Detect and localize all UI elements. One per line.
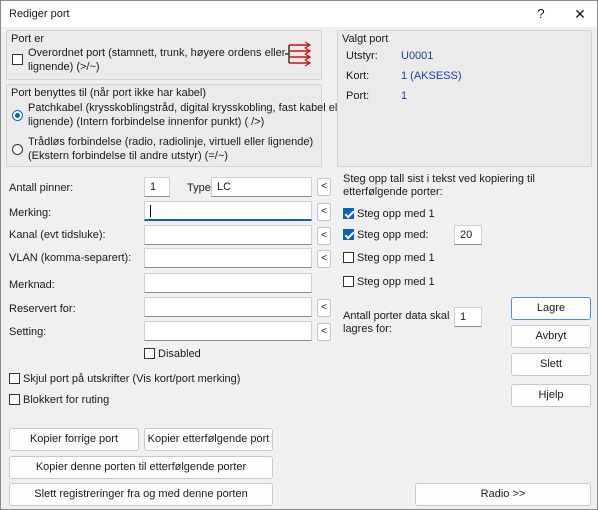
kort-label: Kort: (346, 70, 370, 82)
port-label: Port: (346, 90, 370, 102)
port-er-legend: Port er (11, 33, 45, 45)
port-er-group: Port er Overordnet port (stamnett, trunk… (6, 30, 322, 80)
tradlos-label-line2: (Ekstern forbindelse til andre utstyr) (… (28, 150, 228, 162)
merking-label: Merking: (9, 207, 52, 219)
valgt-port-legend: Valgt port (342, 33, 389, 45)
trunk-arrows-icon (285, 41, 312, 67)
valgt-port-group: Valgt port Utstyr: U0001 Kort: 1 (AKSESS… (337, 30, 592, 167)
window-title: Rediger port (9, 8, 70, 20)
steg-label-4: Steg opp med 1 (357, 276, 435, 288)
type-label: Type: (187, 182, 214, 194)
setting-label: Setting: (9, 326, 47, 338)
utstyr-label: Utstyr: (346, 50, 378, 62)
kopier-forrige-button[interactable]: Kopier forrige port (9, 428, 139, 451)
reservert-input[interactable] (144, 297, 312, 317)
kopier-etterfolgende-button[interactable]: Kopier etterfølgende port (144, 428, 273, 451)
blokkert-label: Blokkert for ruting (23, 394, 110, 406)
port-benyttes-group: Port benyttes til (når port ikke har kab… (6, 84, 350, 167)
steg-label-1: Steg opp med 1 (357, 208, 435, 220)
disabled-checkbox[interactable] (144, 348, 155, 359)
antall-pinner-label: Antall pinner: (9, 182, 74, 194)
vlan-label: VLAN (komma-separert): (9, 252, 132, 264)
lagre-button[interactable]: Lagre (511, 297, 591, 320)
antall-porter-label-line2: lagres for: (343, 323, 392, 335)
radio-button[interactable]: Radio >> (415, 483, 591, 506)
reservert-fill-button[interactable]: < (317, 299, 331, 317)
benyttes-legend: Port benyttes til (når port ikke har kab… (11, 87, 207, 99)
hjelp-button[interactable]: Hjelp (511, 384, 591, 407)
vlan-fill-button[interactable]: < (317, 250, 331, 268)
skjul-port-label: Skjul port på utskrifter (Vis kort/port … (23, 373, 241, 385)
type-input[interactable]: LC (211, 177, 312, 197)
kanal-label: Kanal (evt tidsluke): (9, 229, 106, 241)
kort-value: 1 (AKSESS) (401, 70, 462, 82)
close-icon[interactable]: ✕ (570, 5, 590, 23)
steg-checkbox-3[interactable] (343, 252, 354, 263)
steg-label-3: Steg opp med 1 (357, 252, 435, 264)
setting-input[interactable] (144, 321, 312, 341)
overordnet-label-line2: lignende) (>/~) (28, 61, 100, 73)
steg-value-input[interactable]: 20 (454, 225, 482, 245)
merknad-input[interactable] (144, 273, 312, 293)
steg-label-2: Steg opp med: (357, 229, 429, 241)
merknad-label: Merknad: (9, 279, 55, 291)
port-value: 1 (401, 90, 408, 102)
steg-header-line2: etterfølgende porter: (343, 186, 443, 198)
tradlos-label-line1: Trådløs forbindelse (radio, radiolinje, … (28, 136, 314, 148)
steg-checkbox-1[interactable] (343, 208, 354, 219)
steg-checkbox-2[interactable] (343, 229, 354, 240)
slett-button[interactable]: Slett (511, 353, 591, 376)
kanal-fill-button[interactable]: < (317, 227, 331, 245)
slett-registreringer-button[interactable]: Slett registreringer fra og med denne po… (9, 483, 273, 506)
kanal-input[interactable] (144, 225, 312, 245)
kopier-til-etterfolgende-button[interactable]: Kopier denne porten til etterfølgende po… (9, 456, 273, 479)
help-icon[interactable]: ? (531, 5, 551, 23)
avbryt-button[interactable]: Avbryt (511, 325, 591, 348)
merking-input[interactable] (144, 201, 312, 221)
setting-fill-button[interactable]: < (317, 323, 331, 341)
overordnet-checkbox[interactable] (12, 54, 23, 65)
patchkabel-label-line1: Patchkabel (krysskoblingstråd, digital k… (28, 102, 350, 114)
antall-pinner-input[interactable]: 1 (144, 177, 170, 197)
merking-fill-button[interactable]: < (317, 203, 331, 221)
tradlos-radio[interactable] (12, 144, 23, 155)
overordnet-label-line1: Overordnet port (stamnett, trunk, høyere… (28, 47, 286, 59)
skjul-port-checkbox[interactable] (9, 373, 20, 384)
rediger-port-dialog: Rediger port ? ✕ Port er Overordnet port… (0, 0, 598, 510)
disabled-label: Disabled (158, 348, 201, 360)
text-caret (150, 205, 151, 218)
antall-porter-input[interactable]: 1 (454, 307, 482, 327)
antall-porter-label-line1: Antall porter data skal (343, 310, 450, 322)
patchkabel-radio[interactable] (12, 110, 23, 121)
title-bar: Rediger port ? ✕ (1, 1, 597, 27)
reservert-label: Reservert for: (9, 303, 76, 315)
steg-header-line1: Steg opp tall sist i tekst ved kopiering… (343, 173, 535, 185)
steg-checkbox-4[interactable] (343, 276, 354, 287)
vlan-input[interactable] (144, 248, 312, 268)
blokkert-checkbox[interactable] (9, 394, 20, 405)
patchkabel-label-line2: lignende) (Intern forbindelse innenfor p… (28, 116, 265, 128)
type-fill-button[interactable]: < (317, 178, 331, 196)
utstyr-value: U0001 (401, 50, 434, 62)
